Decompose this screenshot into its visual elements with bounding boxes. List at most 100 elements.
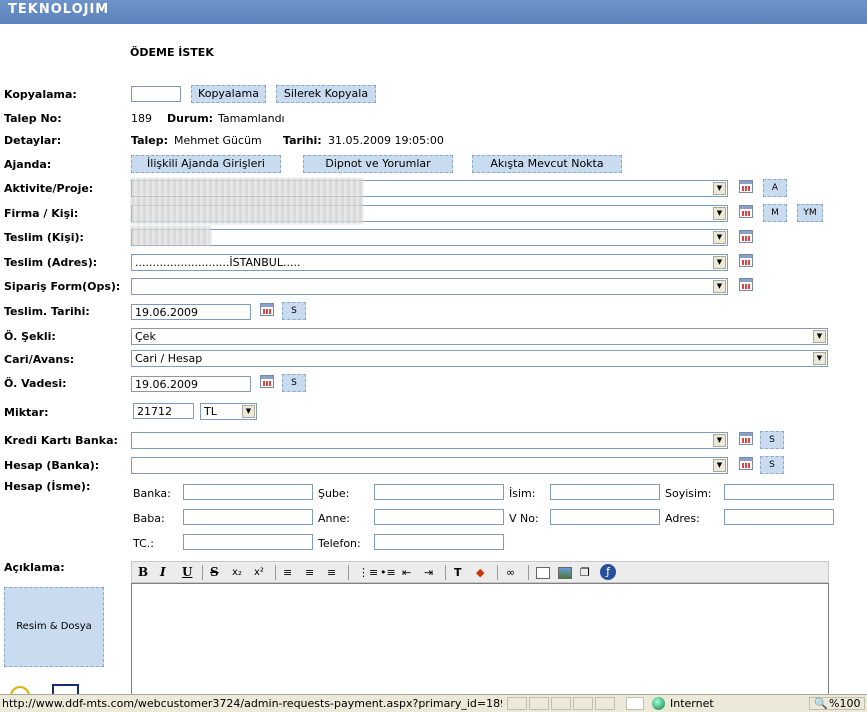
calendar-icon[interactable] — [739, 180, 753, 193]
akista-button[interactable]: Akışta Mevcut Nokta — [472, 155, 622, 173]
calendar-icon[interactable] — [739, 230, 753, 243]
label-teslim-kisi: Teslim (Kişi): — [4, 231, 84, 244]
s-button[interactable]: S — [760, 456, 784, 474]
label-ajanda: Ajanda: — [4, 158, 52, 171]
teslim-kisi-select[interactable]: ▼ — [131, 229, 728, 246]
calendar-icon[interactable] — [739, 205, 753, 218]
underline-icon[interactable]: U — [182, 565, 192, 580]
chevron-down-icon: ▼ — [813, 352, 826, 365]
indent-icon[interactable]: ⇥ — [424, 565, 433, 580]
label-detaylar: Detaylar: — [4, 134, 62, 147]
tarih-value: 31.05.2009 19:05:00 — [328, 134, 444, 147]
cari-select[interactable]: Cari / Hesap ▼ — [131, 350, 828, 367]
align-left-icon[interactable]: ≡ — [283, 565, 292, 580]
kopyala-button[interactable]: Kopyalama — [191, 85, 266, 103]
hesap-banka-select[interactable]: ▼ — [131, 457, 728, 474]
strikethrough-icon[interactable]: S — [210, 565, 219, 580]
editor-toolbar: B I U S x₂ x² ≡ ≡ ≡ ⋮≡ •≡ ⇤ ⇥ T ◆ ∞ ❐ ƒ — [131, 561, 829, 583]
redacted-value — [131, 226, 211, 246]
ym-button[interactable]: YM — [797, 204, 823, 222]
label-firma: Firma / Kişi: — [4, 207, 79, 220]
o-vadesi-input[interactable]: 19.06.2009 — [131, 376, 251, 392]
banka-input[interactable] — [183, 484, 313, 500]
s-button[interactable]: S — [760, 431, 784, 449]
chevron-down-icon: ▼ — [242, 405, 255, 418]
label-vno: V No: — [509, 512, 539, 525]
align-center-icon[interactable]: ≡ — [305, 565, 314, 580]
telefon-input[interactable] — [374, 534, 504, 550]
label-kopyalama: Kopyalama: — [4, 88, 77, 101]
iliskili-ajanda-button[interactable]: İlişkili Ajanda Girişleri — [131, 155, 281, 173]
label-aciklama: Açıklama: — [4, 561, 65, 574]
template-icon[interactable]: ❐ — [580, 565, 590, 580]
table-icon[interactable] — [536, 567, 550, 579]
label-sube: Şube: — [318, 487, 350, 500]
kopya-input[interactable] — [131, 86, 181, 102]
redacted-value — [131, 178, 363, 196]
italic-icon[interactable]: I — [160, 565, 166, 580]
calendar-icon[interactable] — [260, 375, 274, 388]
siparis-select[interactable]: ▼ — [131, 278, 728, 295]
label-durum: Durum: — [167, 112, 214, 125]
sube-input[interactable] — [374, 484, 504, 500]
status-bar: http://www.ddf-mts.com/webcustomer3724/a… — [0, 694, 867, 712]
text-color-icon[interactable]: T — [454, 565, 462, 580]
durum-value: Tamamlandı — [218, 112, 285, 125]
image-icon[interactable] — [558, 567, 572, 579]
teslim-tarihi-input[interactable]: 19.06.2009 — [131, 304, 251, 320]
chevron-down-icon: ▼ — [713, 434, 726, 447]
miktar-input[interactable]: 21712 — [133, 403, 194, 419]
calendar-icon[interactable] — [739, 432, 753, 445]
s-button[interactable]: S — [282, 374, 306, 392]
teslim-adres-select[interactable]: ...........................İSTANBUL.....… — [131, 254, 728, 271]
label-talep: Talep: — [131, 134, 169, 147]
calendar-icon[interactable] — [260, 303, 274, 316]
dipnot-button[interactable]: Dipnot ve Yorumlar — [303, 155, 453, 173]
label-miktar: Miktar: — [4, 406, 49, 419]
currency-select[interactable]: TL ▼ — [200, 403, 257, 420]
calendar-icon[interactable] — [739, 457, 753, 470]
soyisim-input[interactable] — [724, 484, 834, 500]
anne-input[interactable] — [374, 509, 504, 525]
superscript-icon[interactable]: x² — [254, 565, 264, 580]
globe-icon — [652, 697, 665, 710]
align-right-icon[interactable]: ≡ — [327, 565, 336, 580]
label-hesap-isme: Hesap (İsme): — [4, 480, 91, 493]
label-teslim-tarihi: Teslim. Tarihi: — [4, 305, 90, 318]
m-button[interactable]: M — [763, 204, 787, 222]
aciklama-editor[interactable] — [131, 583, 829, 695]
zoom-level[interactable]: %100 — [829, 697, 860, 710]
link-icon[interactable]: ∞ — [506, 565, 515, 580]
a-button[interactable]: A — [763, 179, 787, 197]
s-button[interactable]: S — [282, 302, 306, 320]
zoom-icon[interactable]: 🔍 — [814, 697, 828, 710]
ordered-list-icon[interactable]: ⋮≡ — [358, 565, 378, 580]
adres-input[interactable] — [724, 509, 834, 525]
bold-icon[interactable]: B — [138, 565, 148, 580]
o-sekli-select[interactable]: Çek ▼ — [131, 328, 828, 345]
chevron-down-icon: ▼ — [713, 207, 726, 220]
o-sekli-value: Çek — [135, 330, 156, 343]
outdent-icon[interactable]: ⇤ — [402, 565, 411, 580]
chevron-down-icon: ▼ — [713, 182, 726, 195]
talep-no-value: 189 — [131, 112, 152, 125]
chevron-down-icon: ▼ — [713, 256, 726, 269]
label-adres: Adres: — [665, 512, 700, 525]
highlight-icon[interactable]: ◆ — [476, 565, 484, 580]
subscript-icon[interactable]: x₂ — [232, 565, 242, 580]
baba-input[interactable] — [183, 509, 313, 525]
isim-input[interactable] — [550, 484, 660, 500]
unordered-list-icon[interactable]: •≡ — [380, 565, 396, 580]
tc-input[interactable] — [183, 534, 313, 550]
chevron-down-icon: ▼ — [813, 330, 826, 343]
vno-input[interactable] — [550, 509, 660, 525]
resim-dosya-button[interactable]: Resim & Dosya — [4, 587, 104, 667]
calendar-icon[interactable] — [739, 278, 753, 291]
flash-icon[interactable]: ƒ — [600, 564, 616, 580]
silerek-kopyala-button[interactable]: Silerek Kopyala — [276, 85, 376, 103]
currency-value: TL — [204, 405, 217, 418]
kredi-select[interactable]: ▼ — [131, 432, 728, 449]
calendar-icon[interactable] — [739, 254, 753, 267]
label-aktivite: Aktivite/Proje: — [4, 182, 94, 195]
teslim-adres-value: ...........................İSTANBUL..... — [135, 256, 301, 269]
